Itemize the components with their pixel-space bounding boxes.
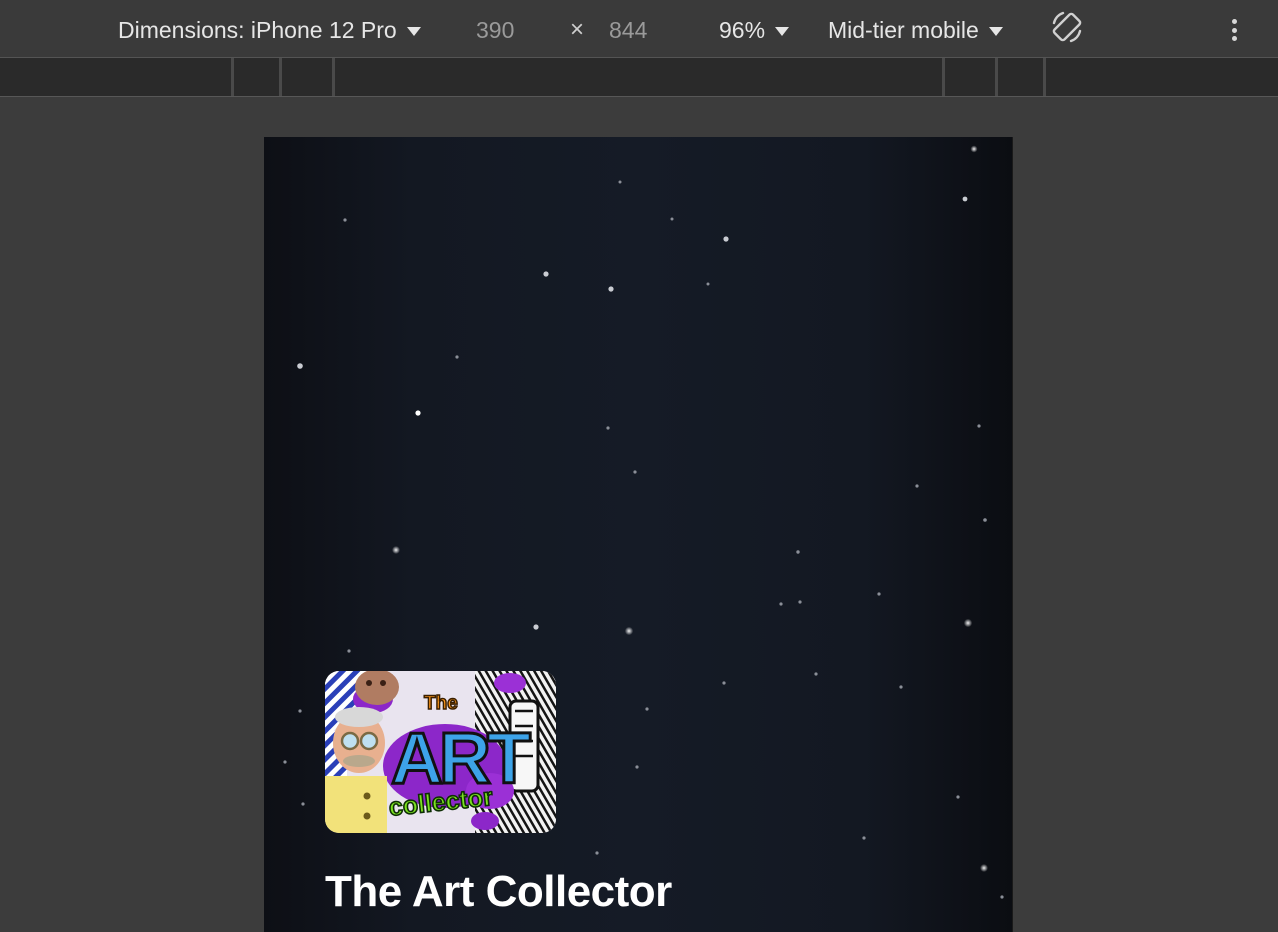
page-title: The Art Collector bbox=[325, 867, 672, 916]
rotate-device-icon bbox=[1052, 11, 1082, 43]
media-query-marker[interactable] bbox=[942, 58, 945, 96]
height-input[interactable]: 844 bbox=[609, 15, 647, 45]
zoom-select[interactable]: 96% bbox=[719, 15, 790, 45]
rotate-button[interactable] bbox=[1048, 11, 1086, 43]
media-query-marker[interactable] bbox=[1043, 58, 1046, 96]
logo-text-the: The bbox=[424, 693, 458, 714]
media-query-marker[interactable] bbox=[279, 58, 282, 96]
art-collector-logo-icon: The ART collector bbox=[325, 671, 556, 833]
media-query-marker[interactable] bbox=[231, 58, 234, 96]
times-separator: × bbox=[570, 16, 585, 43]
chevron-down-icon bbox=[406, 27, 421, 36]
device-viewport: The ART collector The Art Collector bbox=[264, 137, 1013, 932]
device-label: Dimensions: iPhone 12 Pro bbox=[118, 16, 397, 43]
throttle-label: Mid-tier mobile bbox=[828, 16, 979, 43]
device-select[interactable]: Dimensions: iPhone 12 Pro bbox=[118, 15, 421, 45]
media-query-marker[interactable] bbox=[332, 58, 335, 96]
chevron-down-icon bbox=[775, 27, 790, 36]
chevron-down-icon bbox=[988, 27, 1003, 36]
app-logo: The ART collector bbox=[325, 671, 556, 833]
media-query-marker[interactable] bbox=[995, 58, 998, 96]
zoom-label: 96% bbox=[719, 16, 766, 43]
width-input[interactable]: 390 bbox=[476, 15, 514, 45]
media-query-bar bbox=[0, 58, 1278, 97]
more-options-icon[interactable] bbox=[1225, 16, 1243, 44]
device-toolbar: Dimensions: iPhone 12 Pro 390 × 844 96% … bbox=[0, 0, 1278, 58]
throttle-select[interactable]: Mid-tier mobile bbox=[828, 15, 1003, 45]
